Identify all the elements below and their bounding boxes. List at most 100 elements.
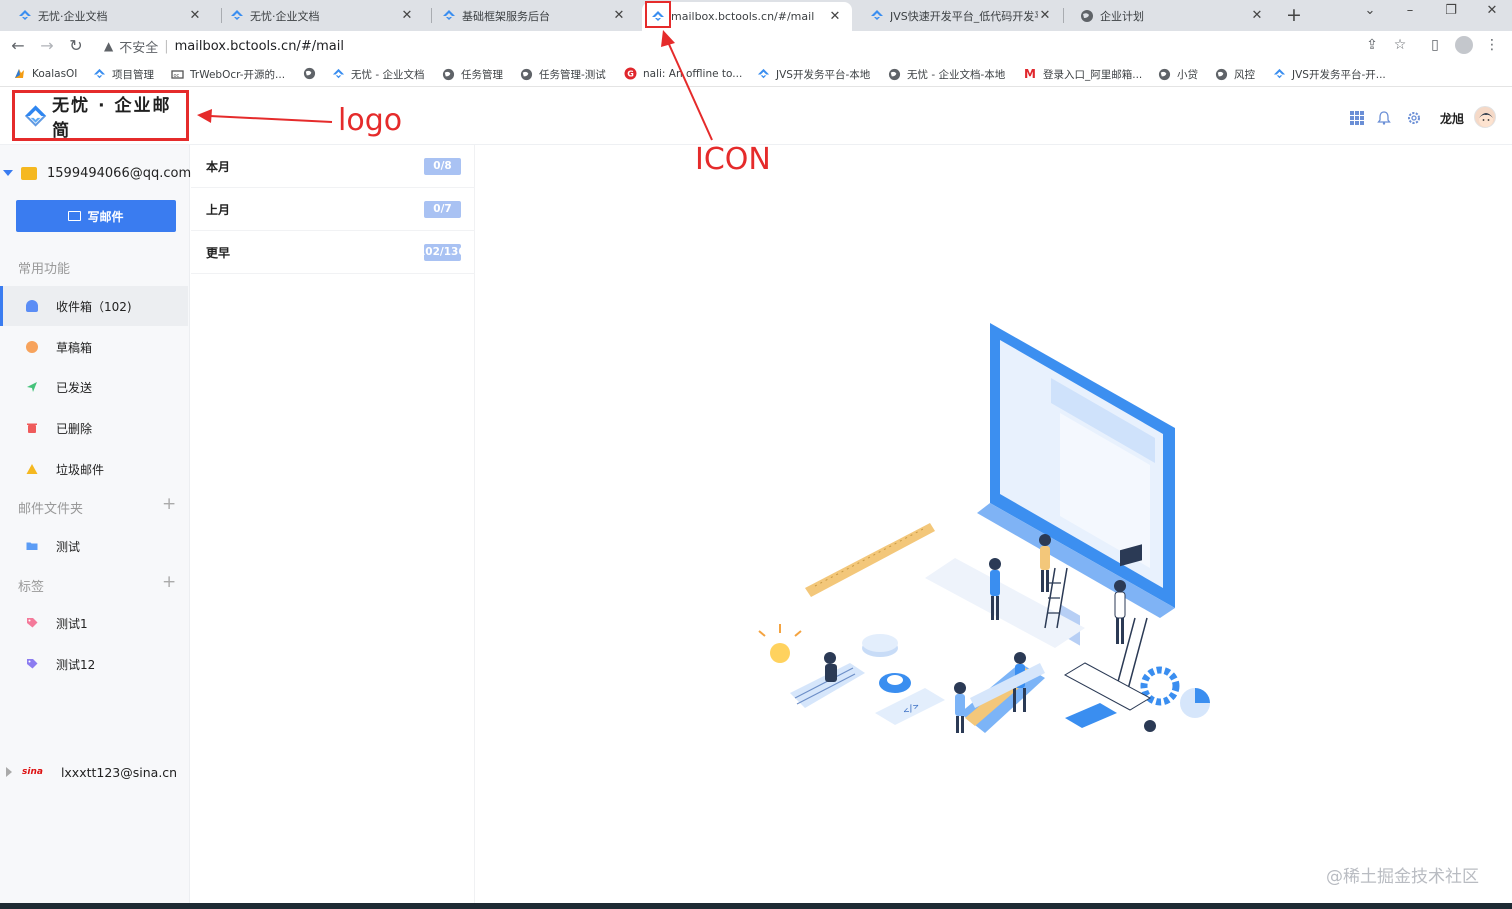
jvs-logo-icon xyxy=(19,9,31,20)
bookmark-item[interactable]: KoalasOI xyxy=(13,67,77,80)
caret-right-icon[interactable] xyxy=(6,767,12,777)
share-icon[interactable]: ⇪ xyxy=(1362,37,1382,53)
close-icon[interactable]: ✕ xyxy=(612,8,626,23)
divider: | xyxy=(164,38,169,54)
tab-title: 基础框架服务后台 xyxy=(462,9,550,23)
bookmark-star-icon[interactable]: ☆ xyxy=(1390,37,1410,53)
browser-tab[interactable]: JVS快速开发平台_低代码开发平 ✕ xyxy=(852,0,1062,31)
bookmark-label: 任务管理-测试 xyxy=(539,69,606,81)
bookmark-item[interactable]: 任务管理 xyxy=(442,67,503,82)
g-red-icon: G xyxy=(624,67,637,80)
bell-icon[interactable] xyxy=(1376,110,1392,126)
address-bar[interactable]: ▲ 不安全 | mailbox.bctools.cn/#/mail xyxy=(96,34,1416,58)
bookmark-item[interactable]: 无忧 - 企业文档-本地 xyxy=(888,67,1005,82)
sidebar-item-spam[interactable]: 垃圾邮件 xyxy=(0,449,188,489)
sidebar: 1599494066@qq.com 写邮件 常用功能 收件箱（102) 草稿箱 … xyxy=(0,145,191,903)
app-header: 无忧 · 企业邮简 龙旭 xyxy=(0,88,1512,145)
add-tag-icon[interactable]: + xyxy=(162,572,176,592)
bookmark-label: 无忧 - 企业文档-本地 xyxy=(907,69,1006,81)
tab-title: 企业计划 xyxy=(1100,9,1144,23)
close-icon[interactable]: ✕ xyxy=(828,9,842,24)
annotation-logo-label: logo xyxy=(338,103,403,138)
bookmark-label: 登录入口_阿里邮箱... xyxy=(1043,69,1143,81)
bookmark-item[interactable]: 任务管理-测试 xyxy=(520,67,606,82)
bookmark-label: 风控 xyxy=(1234,69,1255,81)
globe-icon xyxy=(1081,9,1093,22)
warning-triangle-icon xyxy=(26,464,38,474)
tab-search-icon[interactable]: ⌄ xyxy=(1360,3,1380,18)
bookmark-item[interactable]: JVS开发务平台-开... xyxy=(1273,67,1386,82)
bookmark-item[interactable]: 项目管理 xyxy=(93,67,154,82)
bookmarks-bar: KoalasOI 项目管理 oc TrWebOcr-开源的... 无忧 - 企业… xyxy=(0,61,1512,87)
url-text[interactable]: mailbox.bctools.cn/#/mail xyxy=(175,39,344,54)
close-icon[interactable]: ✕ xyxy=(1250,8,1264,23)
caret-down-icon[interactable] xyxy=(3,170,13,176)
compose-icon xyxy=(68,211,82,221)
sidebar-item-label: 收件箱（102) xyxy=(56,299,132,314)
bookmark-item[interactable]: 小贷 xyxy=(1158,67,1198,82)
browser-tab[interactable]: 无忧·企业文档 ✕ xyxy=(0,0,212,31)
mail-group-row[interactable]: 上月 0/7 xyxy=(191,188,475,231)
sidebar-item-deleted[interactable]: 已删除 xyxy=(0,408,188,448)
gear-icon[interactable] xyxy=(1406,110,1422,126)
close-icon[interactable]: ✕ xyxy=(188,8,202,23)
empty-state-illustration: </> xyxy=(758,323,1210,733)
bookmark-item[interactable]: M 登录入口_阿里邮箱... xyxy=(1024,67,1142,82)
add-folder-icon[interactable]: + xyxy=(162,494,176,514)
browser-tab-active[interactable]: mailbox.bctools.cn/#/mail ✕ xyxy=(642,2,852,31)
user-avatar[interactable] xyxy=(1474,106,1496,128)
compose-button[interactable]: 写邮件 xyxy=(16,200,176,232)
user-name[interactable]: 龙旭 xyxy=(1440,110,1464,127)
close-window-icon[interactable]: ✕ xyxy=(1482,3,1502,18)
tag-icon xyxy=(27,618,38,628)
screenshot-root: 无忧·企业文档 ✕ 无忧·企业文档 ✕ 基础框架服务后台 ✕ mailbox.b… xyxy=(0,0,1512,909)
account-row[interactable]: 1599494066@qq.com xyxy=(0,163,191,183)
bookmark-label: JVS开发务平台-开... xyxy=(1292,69,1386,81)
bookmark-item[interactable]: JVS开发务平台-本地 xyxy=(757,67,870,82)
folder-icon xyxy=(26,542,38,550)
browser-tab[interactable]: 基础框架服务后台 ✕ xyxy=(424,0,636,31)
sidebar-item-sent[interactable]: 已发送 xyxy=(0,367,188,407)
sidebar-item-tag[interactable]: 测试12 xyxy=(0,644,188,684)
sidebar-item-label: 测试12 xyxy=(56,657,96,672)
side-panel-icon[interactable]: ▯ xyxy=(1425,37,1445,53)
menu-icon[interactable]: ⋮ xyxy=(1482,37,1502,53)
taskbar-edge xyxy=(0,903,1512,909)
back-icon[interactable]: ← xyxy=(8,36,28,55)
apps-grid-icon[interactable] xyxy=(1349,110,1365,126)
svg-text:oc: oc xyxy=(174,73,180,79)
jvs-logo-icon xyxy=(332,68,345,79)
bookmark-label: JVS开发务平台-本地 xyxy=(776,69,871,81)
bookmark-item[interactable]: G nali: An offline to... xyxy=(624,67,742,80)
browser-toolbar: ← → ↻ ▲ 不安全 | mailbox.bctools.cn/#/mail … xyxy=(0,31,1512,61)
bookmark-label: 项目管理 xyxy=(112,69,154,81)
bookmark-item[interactable]: oc TrWebOcr-开源的... xyxy=(171,67,285,82)
account-email: lxxxtt123@sina.cn xyxy=(60,764,178,780)
browser-tab[interactable]: 企业计划 ✕ xyxy=(1062,0,1274,31)
mail-group-row[interactable]: 更早 102/136 xyxy=(191,231,475,274)
globe-icon xyxy=(888,68,901,81)
close-icon[interactable]: ✕ xyxy=(400,8,414,23)
new-tab-button[interactable]: + xyxy=(1284,4,1304,26)
forward-icon[interactable]: → xyxy=(37,36,57,55)
close-icon[interactable]: ✕ xyxy=(1038,8,1052,23)
bookmark-item[interactable]: 无忧 - 企业文档 xyxy=(332,67,424,82)
bookmark-label: KoalasOI xyxy=(32,67,78,80)
sidebar-item-tag[interactable]: 测试1 xyxy=(0,603,188,643)
sidebar-item-drafts[interactable]: 草稿箱 xyxy=(0,327,188,367)
bookmark-item[interactable] xyxy=(303,67,322,80)
sidebar-item-folder[interactable]: 测试 xyxy=(0,526,188,566)
account-row[interactable]: sina lxxxtt123@sina.cn xyxy=(0,762,177,782)
reload-icon[interactable]: ↻ xyxy=(66,36,86,55)
restore-icon[interactable]: ❐ xyxy=(1441,3,1461,18)
mail-group-row[interactable]: 本月 0/8 xyxy=(191,145,475,188)
browser-tab[interactable]: 无忧·企业文档 ✕ xyxy=(212,0,424,31)
sidebar-item-label: 测试 xyxy=(56,539,81,554)
ocr-icon: oc xyxy=(171,70,184,79)
profile-avatar[interactable] xyxy=(1455,36,1473,54)
sidebar-item-label: 草稿箱 xyxy=(56,340,93,355)
sidebar-item-inbox[interactable]: 收件箱（102) xyxy=(0,286,188,326)
bookmark-item[interactable]: 风控 xyxy=(1215,67,1255,82)
minimize-icon[interactable]: – xyxy=(1400,3,1420,18)
logo[interactable]: 无忧 · 企业邮简 xyxy=(12,90,189,141)
